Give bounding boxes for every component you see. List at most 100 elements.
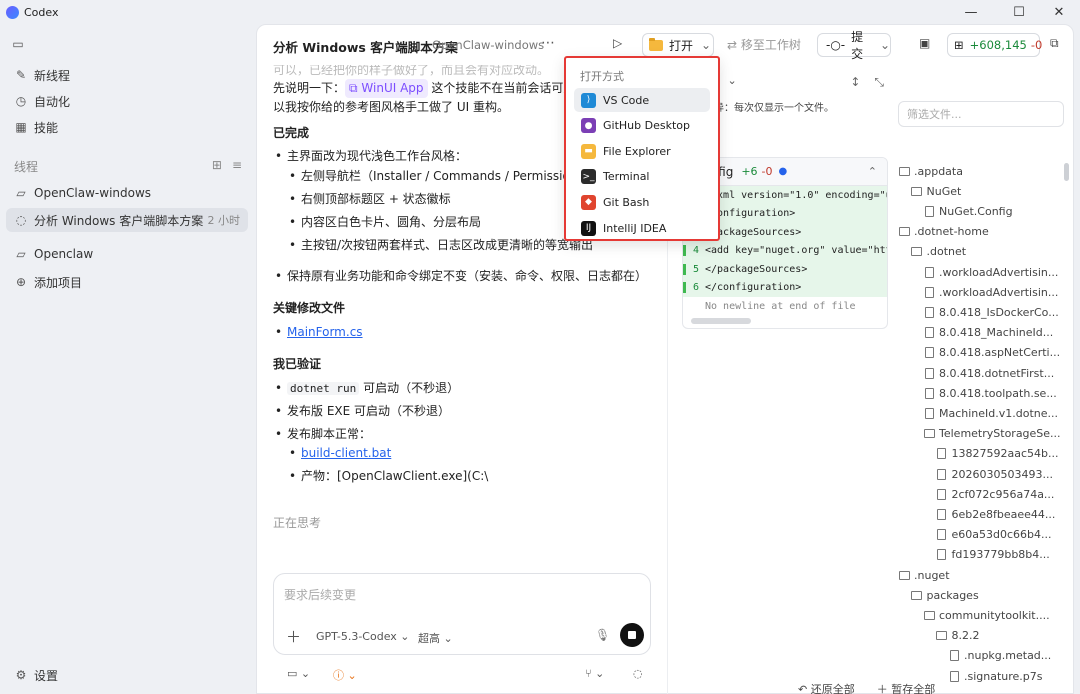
horizontal-scrollbar[interactable]	[691, 317, 751, 324]
gear-icon: ⚙	[15, 668, 27, 682]
tree-file[interactable]: 8.0.418_MachineId...	[923, 323, 1053, 343]
sidebar-item-automation[interactable]: ◷ 自动化	[6, 89, 248, 113]
sidebar-item-active-thread[interactable]: ◌ 分析 Windows 客户端脚本方案 2 小时	[6, 208, 248, 232]
sidebar-item-new-thread[interactable]: ✎ 新线程	[6, 63, 248, 87]
commit-button[interactable]: -○- 提交 ⌄	[817, 30, 891, 61]
close-button[interactable]: ✕	[1036, 0, 1080, 24]
restore-all-button[interactable]: ↶ 还原全部	[798, 681, 855, 694]
expand-icon[interactable]: ↕	[850, 75, 860, 90]
collapse-icon[interactable]: ⤡	[874, 75, 884, 90]
minimize-button[interactable]: —	[948, 0, 994, 24]
dropdown-item-label: Git Bash	[603, 195, 650, 209]
vscode-icon: ⟩	[581, 92, 596, 108]
file-icon	[937, 508, 946, 520]
tree-scrollbar[interactable]	[1064, 163, 1069, 181]
sidebar-item-openclaw[interactable]: ▱ Openclaw	[6, 242, 248, 266]
chevron-down-icon[interactable]: ⌄	[727, 74, 736, 87]
warning-icon[interactable]: ⓘ ⌄	[333, 667, 357, 683]
model-select[interactable]: GPT-5.3-Codex ⌄	[316, 630, 410, 643]
sidebar-item-label: 技能	[34, 120, 59, 135]
diff-line: 4 <add key="nuget.org" value="https://ap…	[683, 241, 887, 260]
microphone-icon[interactable]: 🎙	[595, 628, 610, 642]
open-with-intellij-idea[interactable]: IJ IntelliJ IDEA	[574, 216, 710, 240]
open-with-git-bash[interactable]: ◆ Git Bash	[574, 190, 710, 214]
tree-file[interactable]: 6eb2e8fbeaee44...	[936, 504, 1055, 524]
tree-folder[interactable]: .dotnet-home	[898, 222, 989, 242]
play-icon[interactable]: ▷	[613, 36, 622, 50]
tree-file[interactable]: MachineId.v1.dotne...	[923, 403, 1058, 423]
filter-icon[interactable]: ≡	[232, 158, 242, 172]
intro-text: 先说明一下：	[273, 81, 346, 95]
tree-file[interactable]: 8.0.418.dotnetFirst...	[923, 363, 1054, 383]
intellij-idea-icon: IJ	[581, 220, 596, 236]
file-icon	[924, 205, 934, 217]
tree-file[interactable]: .signature.p7s	[948, 666, 1043, 686]
tree-file[interactable]: 2cf072c956a74a...	[936, 484, 1054, 504]
tree-file[interactable]: NuGet.Config	[923, 201, 1013, 221]
stop-button[interactable]	[620, 623, 644, 647]
sidebar-item-settings[interactable]: ⚙ 设置	[6, 663, 248, 687]
file-icon	[937, 468, 946, 480]
reasoning-level-select[interactable]: 超高 ⌄	[418, 630, 453, 646]
file-link[interactable]: MainForm.cs	[287, 325, 363, 339]
open-with-github-desktop[interactable]: ● GitHub Desktop	[574, 114, 710, 138]
sidebar-item-openclaw-windows[interactable]: ▱ OpenClaw-windows	[6, 181, 248, 205]
tree-folder[interactable]: .nuget	[898, 565, 950, 585]
tree-file[interactable]: 8.0.418_IsDockerCo...	[923, 302, 1059, 322]
list-item: build-client.bat	[273, 444, 488, 463]
tree-file[interactable]: fd193779bb8b4...	[936, 545, 1050, 565]
open-with-terminal[interactable]: >_ Terminal	[574, 165, 710, 189]
open-with-vscode[interactable]: ⟩ VS Code	[574, 88, 710, 112]
terminal-icon[interactable]: ▣	[919, 36, 930, 50]
tree-label: 8.0.418.dotnetFirst...	[939, 366, 1055, 380]
list-item: MainForm.cs	[273, 323, 363, 342]
tree-file[interactable]: e60a53d0c66b4...	[936, 525, 1052, 545]
done-heading: 已完成	[273, 126, 310, 140]
tree-label: fd193779bb8b4...	[951, 548, 1050, 562]
thread-time: 2 小时	[207, 214, 241, 227]
tree-file[interactable]: 8.0.418.toolpath.se...	[923, 383, 1057, 403]
clock-icon: ◷	[15, 94, 27, 108]
chevron-up-icon[interactable]: ⌃	[868, 165, 877, 178]
tree-file[interactable]: 8.0.418.aspNetCerti...	[923, 343, 1060, 363]
tree-folder[interactable]: .dotnet	[911, 242, 966, 262]
diff-summary-button[interactable]: ⊞ +608,145 -0	[947, 33, 1042, 57]
add-attachment-icon[interactable]: ＋	[286, 626, 301, 647]
file-icon	[937, 448, 946, 460]
script-link[interactable]: build-client.bat	[301, 446, 391, 460]
tree-label: 2026030503493...	[951, 467, 1053, 481]
tree-label: NuGet	[926, 184, 962, 198]
tree-file[interactable]: 2026030503493...	[936, 464, 1053, 484]
tree-folder[interactable]: .appdata	[898, 161, 963, 181]
faded-message-line: 可以，已经把你的样子做好了，而且会有对应改动。	[273, 65, 550, 77]
tree-file[interactable]: .nupkg.metad...	[948, 646, 1051, 666]
new-folder-icon[interactable]: ⊞	[212, 158, 222, 172]
copy-icon[interactable]: ⧉	[1050, 36, 1059, 51]
tree-folder[interactable]: packages	[911, 585, 979, 605]
branch-icon[interactable]: ⑂ ⌄	[585, 667, 604, 680]
folder-icon	[923, 429, 935, 439]
folder-icon	[936, 631, 947, 641]
composer-input[interactable]: 要求后续变更	[284, 586, 356, 603]
tree-folder[interactable]: TelemetryStorageSe...	[923, 424, 1061, 444]
move-to-worktree-button[interactable]: ⇄ 移至工作树	[727, 36, 801, 53]
sidebar-item-skills[interactable]: ▦ 技能	[6, 115, 248, 139]
tree-folder[interactable]: communitytoolkit....	[923, 605, 1050, 625]
filter-files-input[interactable]: 筛选文件...	[898, 101, 1064, 127]
title-bar: Codex	[0, 0, 1080, 24]
toggle-sidebar-button[interactable]: ▭	[6, 32, 30, 56]
tree-folder[interactable]: 8.2.2	[936, 626, 980, 646]
sidebar-item-add-project[interactable]: ⊕ 添加项目	[6, 270, 248, 294]
environment-icon[interactable]: ▭ ⌄	[287, 667, 310, 680]
tree-file[interactable]: .workloadAdvertisin...	[923, 282, 1058, 302]
skill-chip[interactable]: ⧉ WinUI App	[345, 79, 428, 98]
list-item: 保持原有业务功能和命令绑定不变（安装、命令、权限、日志都在）	[273, 267, 647, 286]
chevron-down-icon: ⌄	[443, 632, 453, 645]
open-with-file-explorer[interactable]: ▬ File Explorer	[574, 139, 710, 163]
tree-file[interactable]: 13827592aac54b...	[936, 444, 1059, 464]
more-options-icon[interactable]: ⋯	[541, 35, 555, 51]
tree-folder[interactable]: NuGet	[911, 181, 962, 201]
open-with-button[interactable]: 打开 ⌄	[642, 33, 714, 57]
worktree-icon: ⇄	[727, 38, 741, 52]
tree-file[interactable]: .workloadAdvertisin...	[923, 262, 1058, 282]
